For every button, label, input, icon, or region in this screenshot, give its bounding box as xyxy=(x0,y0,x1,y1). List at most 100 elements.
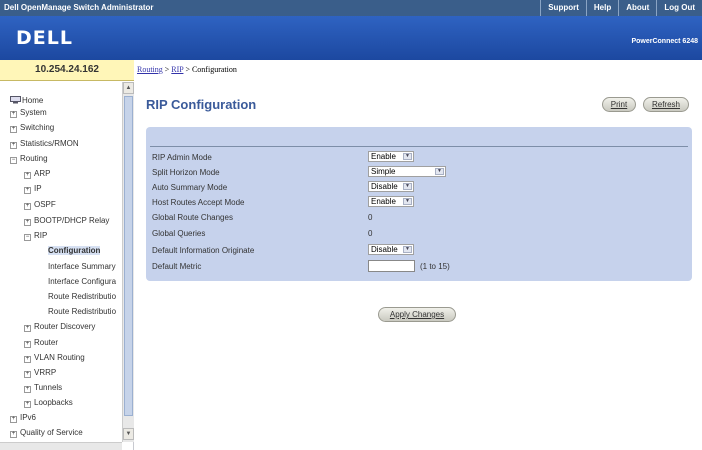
breadcrumb: Routing > RIP > Configuration xyxy=(137,65,237,74)
tree-item-ospf[interactable]: + OSPF xyxy=(24,200,56,210)
tree-label-arp: ARP xyxy=(34,169,51,178)
host-routes-select[interactable]: Enable ▼ xyxy=(368,196,414,207)
expand-icon: + xyxy=(24,341,31,348)
expand-icon: + xyxy=(24,172,31,179)
tree-item-router[interactable]: + Router xyxy=(24,338,58,348)
tree-label-ip: IP xyxy=(34,184,42,193)
auto-summary-label: Auto Summary Mode xyxy=(152,183,228,192)
tree-item-interface-configuration[interactable]: Interface Configura xyxy=(48,277,116,286)
panel-divider xyxy=(150,146,688,147)
sidebar-horizontal-scrollbar[interactable] xyxy=(0,442,122,450)
auto-summary-value: Disable xyxy=(371,182,398,191)
split-horizon-label: Split Horizon Mode xyxy=(152,168,220,177)
tree-item-arp[interactable]: + ARP xyxy=(24,169,50,179)
chevron-down-icon: ▼ xyxy=(403,198,412,205)
breadcrumb-routing[interactable]: Routing xyxy=(137,65,163,74)
expand-icon: + xyxy=(24,203,31,210)
tree-item-rip-configuration[interactable]: Configuration xyxy=(48,246,101,255)
breadcrumb-separator: > xyxy=(183,65,192,74)
chevron-down-icon: ▼ xyxy=(435,168,444,175)
tree-label-ospf: OSPF xyxy=(34,200,56,209)
expand-icon: + xyxy=(10,142,17,149)
expand-icon: + xyxy=(10,431,17,438)
top-nav: Support Help About Log Out xyxy=(540,0,702,16)
tree-item-interface-summary[interactable]: Interface Summary xyxy=(48,262,116,271)
default-metric-hint: (1 to 15) xyxy=(420,262,450,271)
support-link[interactable]: Support xyxy=(540,0,586,16)
tree-item-home[interactable]: Home xyxy=(10,96,43,105)
expand-icon: + xyxy=(10,111,17,118)
tree-item-bootp-dhcp-relay[interactable]: + BOOTP/DHCP Relay xyxy=(24,216,109,226)
tree-label-rip: RIP xyxy=(34,231,48,240)
chevron-down-icon: ▼ xyxy=(403,153,412,160)
split-horizon-select[interactable]: Simple ▼ xyxy=(368,166,446,177)
breadcrumb-current: Configuration xyxy=(191,65,237,74)
device-ip: 10.254.24.162 xyxy=(0,60,134,81)
dell-logo: DELL xyxy=(16,27,73,49)
tree-item-tunnels[interactable]: + Tunnels xyxy=(24,383,62,393)
collapse-icon: − xyxy=(24,234,31,241)
expand-icon: + xyxy=(24,325,31,332)
split-horizon-value: Simple xyxy=(371,167,396,176)
collapse-icon: − xyxy=(10,157,17,164)
default-metric-input[interactable] xyxy=(368,260,415,272)
global-route-changes-value: 0 xyxy=(368,213,373,222)
host-routes-value: Enable xyxy=(371,197,396,206)
tree-label-statistics: Statistics/RMON xyxy=(20,139,79,148)
global-queries-label: Global Queries xyxy=(152,229,206,238)
sidebar: Home + System + Switching + Statistics/RMON… xyxy=(0,82,134,450)
default-metric-label: Default Metric xyxy=(152,262,202,271)
apply-changes-button[interactable]: Apply Changes xyxy=(378,307,456,322)
host-routes-label: Host Routes Accept Mode xyxy=(152,198,245,207)
expand-icon: + xyxy=(24,386,31,393)
default-info-originate-value: Disable xyxy=(371,245,398,254)
refresh-button[interactable]: Refresh xyxy=(643,97,689,112)
tree-item-switching[interactable]: + Switching xyxy=(10,123,54,133)
expand-icon: + xyxy=(24,401,31,408)
tree-item-ip[interactable]: + IP xyxy=(24,184,42,194)
tree-item-route-redistribution[interactable]: Route Redistributio xyxy=(48,307,116,316)
app-title: Dell OpenManage Switch Administrator xyxy=(4,3,154,12)
tree-item-routing[interactable]: − Routing xyxy=(10,154,48,164)
tree-label-ipv6: IPv6 xyxy=(20,413,37,422)
tree-label-home: Home xyxy=(22,96,44,105)
tree-item-system[interactable]: + System xyxy=(10,108,47,118)
auto-summary-select[interactable]: Disable ▼ xyxy=(368,181,414,192)
sidebar-scrollbar[interactable]: ▲ ▼ xyxy=(122,82,134,442)
tree-item-quality-of-service[interactable]: + Quality of Service xyxy=(10,428,83,438)
tree-item-route-redistribution[interactable]: Route Redistributio xyxy=(48,292,116,301)
tree-label-system: System xyxy=(20,108,47,117)
tree-label-routing: Routing xyxy=(20,154,48,163)
tree-item-statistics[interactable]: + Statistics/RMON xyxy=(10,139,79,149)
tree-item-ipv6[interactable]: + IPv6 xyxy=(10,413,36,423)
default-info-originate-select[interactable]: Disable ▼ xyxy=(368,244,414,255)
tree-label-vlan-routing: VLAN Routing xyxy=(34,353,85,362)
print-button[interactable]: Print xyxy=(602,97,636,112)
nav-tree: Home + System + Switching + Statistics/RMON… xyxy=(0,82,122,442)
scroll-up-icon[interactable]: ▲ xyxy=(123,82,134,94)
tree-item-vlan-routing[interactable]: + VLAN Routing xyxy=(24,353,85,363)
tree-item-router-discovery[interactable]: + Router Discovery xyxy=(24,322,95,332)
admin-mode-label: RIP Admin Mode xyxy=(152,153,212,162)
scroll-thumb[interactable] xyxy=(124,96,133,416)
tree-label-quality-of-service: Quality of Service xyxy=(20,428,83,437)
tree-item-rip[interactable]: − RIP xyxy=(24,231,47,241)
scroll-down-icon[interactable]: ▼ xyxy=(123,428,134,440)
help-link[interactable]: Help xyxy=(585,0,618,16)
top-bar: Dell OpenManage Switch Administrator Sup… xyxy=(0,0,702,16)
tree-item-loopbacks[interactable]: + Loopbacks xyxy=(24,398,73,408)
tree-label-loopbacks: Loopbacks xyxy=(34,398,73,407)
tree-label-vrrp: VRRP xyxy=(34,368,57,377)
admin-mode-select[interactable]: Enable ▼ xyxy=(368,151,414,162)
global-queries-value: 0 xyxy=(368,229,373,238)
expand-icon: + xyxy=(10,416,17,423)
tree-label-tunnels: Tunnels xyxy=(34,383,63,392)
tree-item-vrrp[interactable]: + VRRP xyxy=(24,368,56,378)
expand-icon: + xyxy=(24,187,31,194)
about-link[interactable]: About xyxy=(618,0,656,16)
tree-label-router: Router xyxy=(34,338,59,347)
product-name: PowerConnect 6248 xyxy=(631,38,698,45)
logout-link[interactable]: Log Out xyxy=(656,0,702,16)
breadcrumb-rip[interactable]: RIP xyxy=(171,65,183,74)
rip-config-panel: RIP Admin Mode Enable ▼ Split Horizon Mo… xyxy=(146,127,692,281)
